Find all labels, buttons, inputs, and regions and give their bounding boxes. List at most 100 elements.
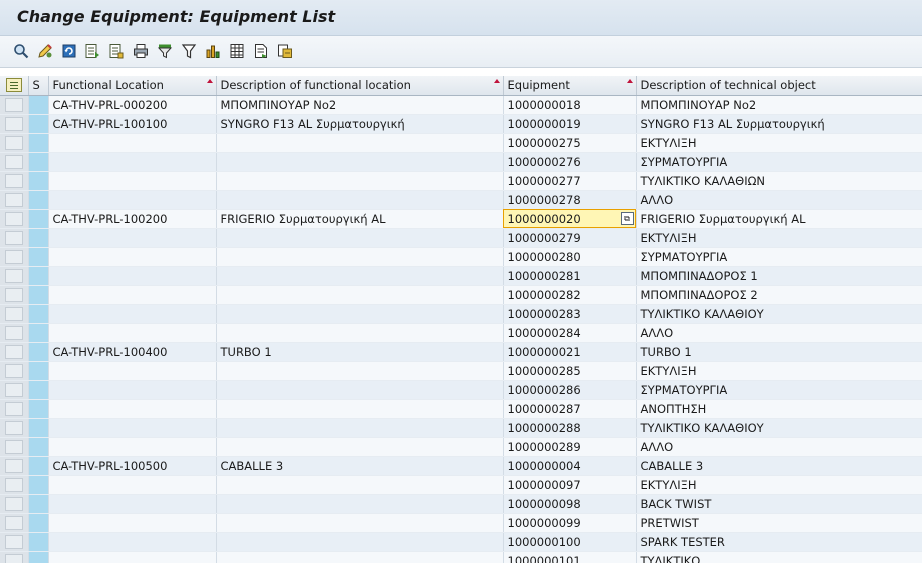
row-selector[interactable]	[0, 114, 29, 134]
edit-pencil-icon[interactable]	[35, 41, 55, 61]
functional-location-description-cell[interactable]	[216, 285, 504, 305]
technical-object-description-cell[interactable]: ΣΥΡΜΑΤΟΥΡΓΙΑ	[636, 152, 922, 172]
row-selector[interactable]	[0, 247, 29, 267]
functional-location-cell[interactable]: CA-THV-PRL-100100	[48, 114, 217, 134]
equipment-number-cell[interactable]: 1000000286	[503, 380, 637, 400]
table-row[interactable]: 1000000284 ΑΛΛΟ	[0, 323, 922, 343]
row-selector[interactable]	[0, 494, 29, 514]
technical-object-description-cell[interactable]: ΜΠΟΜΠΙΝΑΔΟΡΟΣ 1	[636, 266, 922, 286]
table-row[interactable]: 1000000275 ΕΚΤΥΛΙΞΗ	[0, 133, 922, 153]
table-row[interactable]: CA-THV-PRL-000200 ΜΠΟΜΠΙΝΟΥΑΡ No2 10000000…	[0, 95, 922, 115]
functional-location-description-cell[interactable]	[216, 133, 504, 153]
technical-object-description-cell[interactable]: ΑΛΛΟ	[636, 190, 922, 210]
equipment-number-cell[interactable]: 1000000100	[503, 532, 637, 552]
functional-location-cell[interactable]	[48, 304, 217, 324]
value-help-icon[interactable]: ⧉	[620, 211, 634, 225]
functional-location-description-cell[interactable]	[216, 551, 504, 563]
functional-location-cell[interactable]	[48, 532, 217, 552]
technical-object-description-cell[interactable]: FRIGERIO Συρματουργική AL	[636, 209, 922, 229]
technical-object-description-cell[interactable]: ΕΚΤΥΛΙΞΗ	[636, 133, 922, 153]
equipment-number-cell[interactable]: 1000000281	[503, 266, 637, 286]
functional-location-description-cell[interactable]	[216, 304, 504, 324]
equipment-number-cell[interactable]: 1000000282	[503, 285, 637, 305]
equipment-number-cell[interactable]: 1000000283	[503, 304, 637, 324]
word-processing-icon[interactable]	[251, 41, 271, 61]
functional-location-cell[interactable]: CA-THV-PRL-100400	[48, 342, 217, 362]
functional-location-cell[interactable]	[48, 418, 217, 438]
functional-location-cell[interactable]	[48, 361, 217, 381]
functional-location-cell[interactable]	[48, 228, 217, 248]
functional-location-description-cell[interactable]	[216, 437, 504, 457]
filter-icon[interactable]	[179, 41, 199, 61]
table-row[interactable]: CA-THV-PRL-100100 SYNGRO F13 AL Συρματουρ…	[0, 114, 922, 134]
functional-location-cell[interactable]	[48, 171, 217, 191]
row-selector[interactable]	[0, 437, 29, 457]
column-header-description-functional-location[interactable]: Description of functional location	[216, 76, 504, 96]
row-selector[interactable]	[0, 399, 29, 419]
table-row[interactable]: 1000000101 ΤΥΛΙΚΤΙΚΟ	[0, 551, 922, 563]
row-selector[interactable]	[0, 361, 29, 381]
equipment-number-cell[interactable]: 1000000277	[503, 171, 637, 191]
functional-location-description-cell[interactable]: ΜΠΟΜΠΙΝΟΥΑΡ No2	[216, 95, 504, 115]
column-header-equipment[interactable]: Equipment	[503, 76, 637, 96]
table-row[interactable]: CA-THV-PRL-100200 FRIGERIO Συρματουργική …	[0, 209, 922, 229]
table-row[interactable]: 1000000099 PRETWIST	[0, 513, 922, 533]
technical-object-description-cell[interactable]: CABALLE 3	[636, 456, 922, 476]
functional-location-description-cell[interactable]	[216, 399, 504, 419]
table-row[interactable]: 1000000287 ΑΝΟΠΤΗΣΗ	[0, 399, 922, 419]
equipment-number-cell[interactable]: 1000000279	[503, 228, 637, 248]
table-row[interactable]: 1000000282 ΜΠΟΜΠΙΝΑΔΟΡΟΣ 2	[0, 285, 922, 305]
row-selector[interactable]	[0, 456, 29, 476]
row-selector[interactable]	[0, 285, 29, 305]
column-header-s[interactable]: S	[28, 76, 49, 96]
select-all-header[interactable]	[0, 76, 29, 96]
technical-object-description-cell[interactable]: ΜΠΟΜΠΙΝΟΥΑΡ No2	[636, 95, 922, 115]
functional-location-cell[interactable]	[48, 152, 217, 172]
equipment-number-cell[interactable]: 1000000276	[503, 152, 637, 172]
functional-location-description-cell[interactable]: FRIGERIO Συρματουργική AL	[216, 209, 504, 229]
row-selector[interactable]	[0, 228, 29, 248]
functional-location-cell[interactable]	[48, 247, 217, 267]
table-row[interactable]: CA-THV-PRL-100400 TURBO 1 1000000021 TURBO …	[0, 342, 922, 362]
equipment-number-cell[interactable]: 1000000097	[503, 475, 637, 495]
row-selector[interactable]	[0, 513, 29, 533]
table-row[interactable]: 1000000283 ΤΥΛΙΚΤΙΚΟ ΚΑΛΑΘΙΟΥ	[0, 304, 922, 324]
technical-object-description-cell[interactable]: ΑΝΟΠΤΗΣΗ	[636, 399, 922, 419]
technical-object-description-cell[interactable]: ΤΥΛΙΚΤΙΚΟ	[636, 551, 922, 563]
functional-location-description-cell[interactable]	[216, 532, 504, 552]
technical-object-description-cell[interactable]: ΑΛΛΟ	[636, 323, 922, 343]
equipment-number-cell[interactable]: 1000000285	[503, 361, 637, 381]
functional-location-description-cell[interactable]	[216, 266, 504, 286]
functional-location-cell[interactable]: CA-THV-PRL-100500	[48, 456, 217, 476]
functional-location-description-cell[interactable]	[216, 323, 504, 343]
row-selector[interactable]	[0, 95, 29, 115]
technical-object-description-cell[interactable]: ΑΛΛΟ	[636, 437, 922, 457]
equipment-number-cell[interactable]: 1000000101	[503, 551, 637, 563]
technical-object-description-cell[interactable]: ΣΥΡΜΑΤΟΥΡΓΙΑ	[636, 380, 922, 400]
equipment-number-cell[interactable]: 1000000288	[503, 418, 637, 438]
functional-location-cell[interactable]	[48, 494, 217, 514]
display-details-icon[interactable]	[11, 41, 31, 61]
graphic-chart-icon[interactable]	[203, 41, 223, 61]
row-selector[interactable]	[0, 190, 29, 210]
functional-location-description-cell[interactable]	[216, 152, 504, 172]
functional-location-description-cell[interactable]	[216, 228, 504, 248]
row-selector[interactable]	[0, 342, 29, 362]
functional-location-cell[interactable]	[48, 475, 217, 495]
functional-location-description-cell[interactable]	[216, 475, 504, 495]
table-row[interactable]: 1000000276 ΣΥΡΜΑΤΟΥΡΓΙΑ	[0, 152, 922, 172]
select-layout-icon[interactable]	[82, 41, 102, 61]
functional-location-cell[interactable]	[48, 266, 217, 286]
table-row[interactable]: 1000000281 ΜΠΟΜΠΙΝΑΔΟΡΟΣ 1	[0, 266, 922, 286]
equipment-number-cell[interactable]: 1000000280	[503, 247, 637, 267]
row-selector[interactable]	[0, 209, 29, 229]
functional-location-cell[interactable]	[48, 437, 217, 457]
functional-location-description-cell[interactable]	[216, 494, 504, 514]
functional-location-description-cell[interactable]	[216, 190, 504, 210]
functional-location-cell[interactable]	[48, 399, 217, 419]
technical-object-description-cell[interactable]: ΜΠΟΜΠΙΝΑΔΟΡΟΣ 2	[636, 285, 922, 305]
table-row[interactable]: 1000000280 ΣΥΡΜΑΤΟΥΡΓΙΑ	[0, 247, 922, 267]
technical-object-description-cell[interactable]: SYNGRO F13 AL Συρματουργική	[636, 114, 922, 134]
table-row[interactable]: 1000000288 ΤΥΛΙΚΤΙΚΟ ΚΑΛΑΘΙΟΥ	[0, 418, 922, 438]
row-selector[interactable]	[0, 133, 29, 153]
